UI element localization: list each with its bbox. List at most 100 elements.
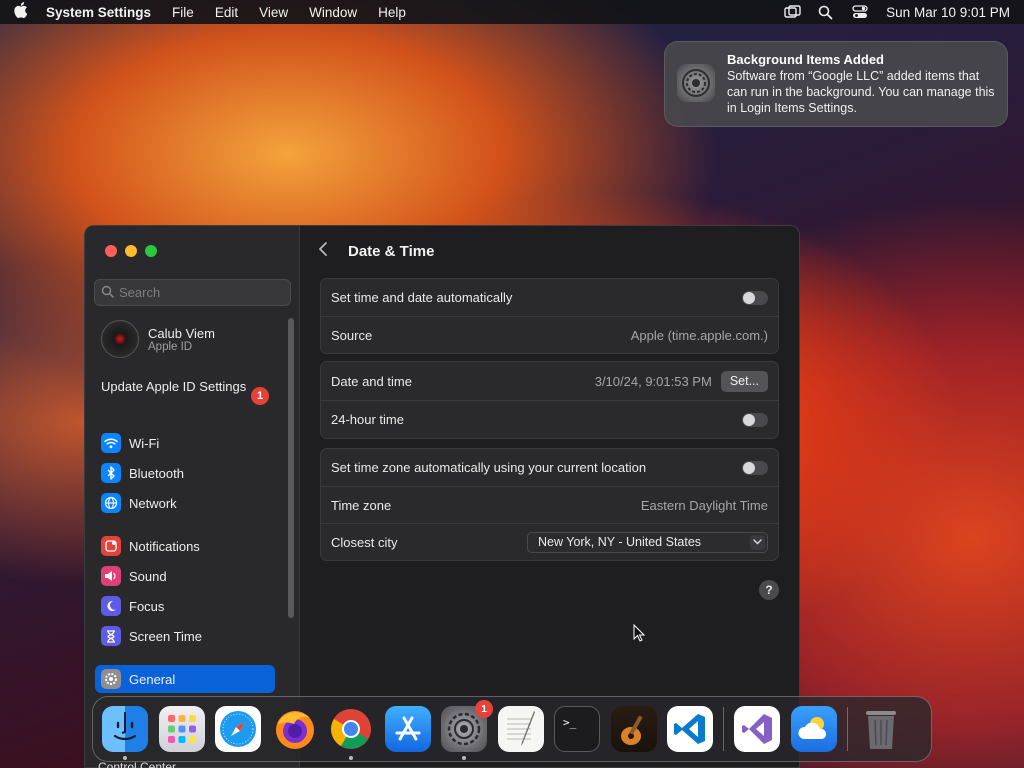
running-indicator <box>123 756 127 760</box>
source-label: Source <box>331 327 373 343</box>
sound-icon <box>101 566 121 586</box>
auto-time-label: Set time and date automatically <box>331 290 513 305</box>
textedit-icon[interactable] <box>497 706 544 752</box>
sidebar-item-label: Screen Time <box>129 628 202 644</box>
search-input[interactable] <box>119 285 279 300</box>
settings-group-timezone: Set time zone automatically using your c… <box>320 448 779 561</box>
svg-text:>_: >_ <box>563 716 577 729</box>
auto-tz-label: Set time zone automatically using your c… <box>331 460 647 475</box>
finder-icon[interactable] <box>102 706 148 760</box>
trash-icon[interactable] <box>858 706 904 752</box>
wifi-icon <box>101 433 121 453</box>
chrome-icon[interactable] <box>328 706 374 760</box>
menu-edit[interactable]: Edit <box>215 5 238 20</box>
update-badge: 1 <box>251 387 269 405</box>
sidebar-item-label: Focus <box>129 598 165 614</box>
running-indicator <box>462 756 466 760</box>
row-date-time: Date and time 3/10/24, 9:01:53 PM Set... <box>321 362 778 400</box>
zoom-window-button[interactable] <box>145 245 157 257</box>
back-chevron-icon[interactable] <box>318 241 332 262</box>
auto-tz-toggle[interactable] <box>742 460 768 475</box>
date-time-label: Date and time <box>331 373 412 389</box>
vscode-icon[interactable] <box>667 706 713 752</box>
apple-id-account[interactable]: Calub Viem Apple ID <box>101 320 215 358</box>
menu-file[interactable]: File <box>172 5 194 20</box>
content-header: Date & Time <box>318 241 434 262</box>
dock: 1 >_ <box>92 696 932 762</box>
menu-help[interactable]: Help <box>378 5 406 20</box>
content-pane: Date & Time Set time and date automatica… <box>300 226 799 767</box>
help-button[interactable]: ? <box>759 580 779 600</box>
row-timezone: Time zone Eastern Daylight Time <box>321 486 778 523</box>
control-center-icon[interactable] <box>852 5 868 19</box>
date-time-value: 3/10/24, 9:01:53 PM <box>594 373 712 389</box>
auto-time-toggle[interactable] <box>742 290 768 305</box>
apple-menu-icon[interactable] <box>14 1 28 23</box>
firefox-icon[interactable] <box>272 706 318 752</box>
menu-clock[interactable]: Sun Mar 10 9:01 PM <box>886 5 1010 20</box>
sidebar-item-label: Bluetooth <box>129 465 184 481</box>
screen-mirroring-icon[interactable] <box>784 5 801 19</box>
sidebar-item-screen-time[interactable]: Screen Time <box>95 622 275 650</box>
row-closest-city: Closest city New York, NY - United State… <box>321 523 778 560</box>
network-icon <box>101 493 121 513</box>
menu-bar: System Settings File Edit View Window He… <box>0 0 1024 24</box>
system-settings-window: Calub Viem Apple ID Update Apple ID Sett… <box>84 225 800 768</box>
system-settings-icon[interactable]: 1 <box>441 700 493 760</box>
safari-icon[interactable] <box>215 706 261 752</box>
settings-group-auto-time: Set time and date automatically Source A… <box>320 278 779 354</box>
row-source: Source Apple (time.apple.com.) <box>321 316 778 353</box>
sidebar-item-focus[interactable]: Focus <box>95 592 275 620</box>
garageband-icon[interactable] <box>610 706 657 752</box>
hour24-toggle[interactable] <box>742 412 768 427</box>
menu-app-name[interactable]: System Settings <box>46 5 151 20</box>
sidebar-item-label: General <box>129 671 176 687</box>
focus-moon-icon <box>101 596 121 616</box>
set-date-time-button[interactable]: Set... <box>720 370 768 392</box>
app-store-icon[interactable] <box>384 706 431 752</box>
tz-value: Eastern Daylight Time <box>640 497 768 513</box>
city-label: Closest city <box>331 534 398 550</box>
avatar <box>101 320 139 358</box>
sidebar-item-notifications[interactable]: Notifications <box>95 532 275 560</box>
account-name: Calub Viem <box>148 325 215 341</box>
spotlight-search-icon[interactable] <box>818 5 834 20</box>
chevron-down-icon <box>750 534 765 550</box>
sidebar-item-network[interactable]: Network <box>95 489 275 517</box>
update-apple-id-settings[interactable]: Update Apple ID Settings <box>101 379 271 395</box>
sidebar-search[interactable] <box>94 279 291 306</box>
account-subtitle: Apple ID <box>148 340 193 353</box>
window-controls <box>105 245 157 257</box>
system-settings-gear-icon <box>677 64 715 102</box>
source-value: Apple (time.apple.com.) <box>630 327 768 343</box>
close-window-button[interactable] <box>105 245 117 257</box>
menu-view[interactable]: View <box>259 5 288 20</box>
sidebar-item-label: Wi-Fi <box>129 435 160 451</box>
dock-badge: 1 <box>475 700 493 718</box>
sidebar-item-general[interactable]: General <box>95 665 275 693</box>
notifications-icon <box>101 536 121 556</box>
sidebar-item-bluetooth[interactable]: Bluetooth <box>95 459 275 487</box>
visual-studio-icon[interactable] <box>734 706 780 752</box>
weather-icon[interactable] <box>790 706 837 752</box>
launchpad-icon[interactable] <box>158 706 205 752</box>
notification-title: Background Items Added <box>727 52 884 67</box>
notification-body: Software from “Google LLC” added items t… <box>727 69 995 115</box>
row-auto-timezone: Set time zone automatically using your c… <box>321 449 778 486</box>
terminal-icon[interactable]: >_ <box>554 706 600 752</box>
sidebar-item-sound[interactable]: Sound <box>95 562 275 590</box>
sidebar-scrollbar[interactable] <box>288 318 294 618</box>
sidebar-item-wifi[interactable]: Wi-Fi <box>95 429 275 457</box>
settings-group-date-time: Date and time 3/10/24, 9:01:53 PM Set...… <box>320 361 779 439</box>
search-icon <box>101 285 114 301</box>
tz-label: Time zone <box>331 497 392 513</box>
sidebar-item-label: Network <box>129 495 177 511</box>
notification-banner[interactable]: Background Items Added Software from “Go… <box>664 41 1008 127</box>
bluetooth-icon <box>101 463 121 483</box>
closest-city-select[interactable]: New York, NY - United States <box>527 531 768 553</box>
menu-window[interactable]: Window <box>309 5 357 20</box>
dock-separator <box>723 707 724 751</box>
dock-separator <box>846 707 848 751</box>
minimize-window-button[interactable] <box>125 245 137 257</box>
page-title: Date & Time <box>348 243 435 260</box>
